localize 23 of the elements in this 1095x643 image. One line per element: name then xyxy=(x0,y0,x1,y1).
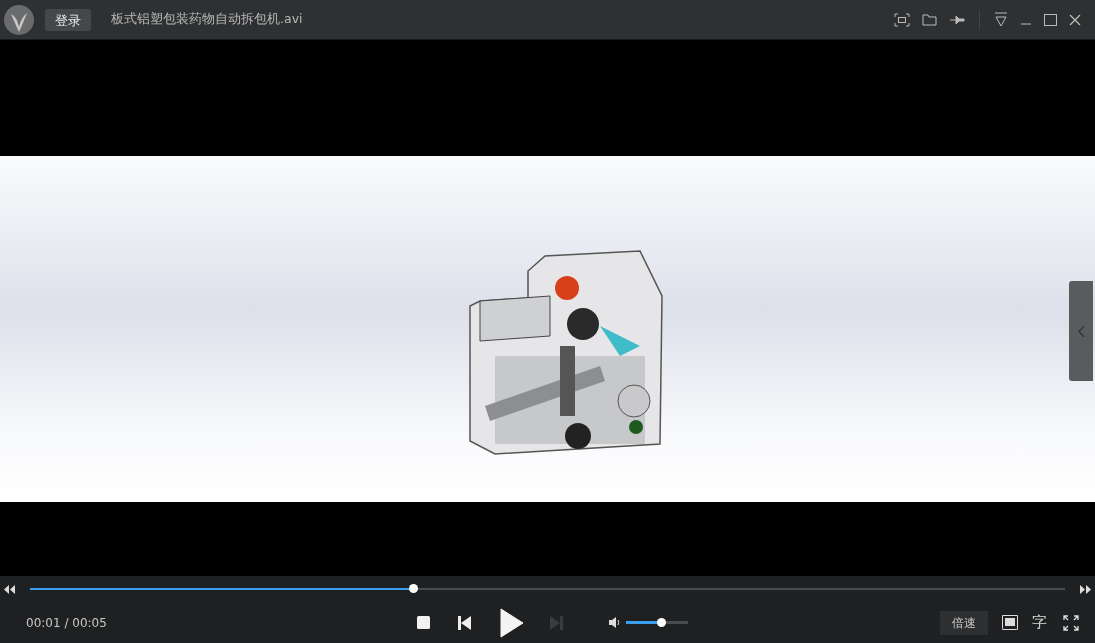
chevron-left-icon xyxy=(1077,324,1085,338)
close-icon[interactable] xyxy=(1069,13,1081,26)
fullscreen-icon[interactable] xyxy=(1063,614,1079,631)
time-display: 00:01 / 00:05 xyxy=(26,615,108,630)
file-name: 板式铝塑包装药物自动拆包机.avi xyxy=(111,11,303,28)
progress-handle[interactable] xyxy=(408,584,418,593)
rewind-icon[interactable] xyxy=(4,584,16,594)
speed-button[interactable]: 倍速 xyxy=(940,610,988,635)
maximize-icon[interactable] xyxy=(1044,13,1057,26)
picture-in-picture-icon[interactable] xyxy=(1002,615,1018,630)
logo-icon[interactable] xyxy=(4,4,34,35)
speaker-icon[interactable] xyxy=(609,617,620,628)
play-icon[interactable] xyxy=(500,607,524,638)
subtitle-button[interactable]: 字 xyxy=(1032,613,1047,632)
side-panel-toggle[interactable] xyxy=(1069,281,1093,381)
menu-triangle-icon[interactable] xyxy=(994,12,1008,27)
login-button[interactable]: 登录 xyxy=(45,8,91,31)
pin-icon[interactable] xyxy=(949,13,965,26)
volume-handle[interactable] xyxy=(656,618,666,627)
previous-icon[interactable] xyxy=(458,615,471,630)
screenshot-icon[interactable] xyxy=(894,12,910,27)
fast-forward-icon[interactable] xyxy=(1079,584,1091,594)
folder-icon[interactable] xyxy=(922,13,937,26)
